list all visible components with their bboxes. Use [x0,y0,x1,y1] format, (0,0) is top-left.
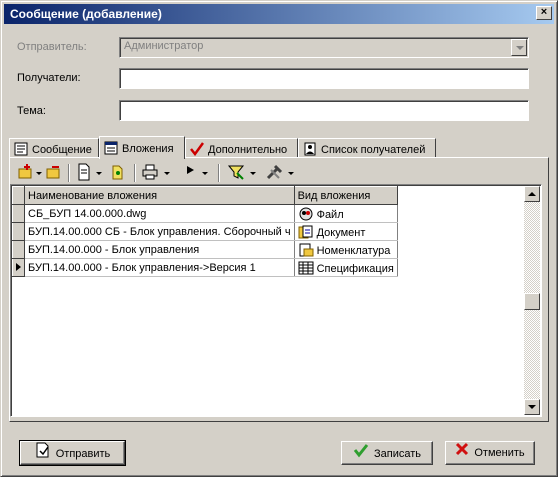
add-attachment-icon[interactable] [16,163,36,183]
send-button[interactable]: Отправить [19,440,126,466]
print-dropdown[interactable] [162,163,172,183]
document-icon[interactable] [74,163,94,183]
attachment-type: Спецификация [316,262,394,275]
tab-message-label: Сообщение [32,144,92,156]
document-icon [298,225,314,239]
chevron-down-icon[interactable] [511,39,527,56]
row-indicator[interactable] [12,222,25,241]
scroll-up-icon[interactable] [524,186,540,202]
window-title: Сообщение (добавление) [10,7,162,21]
subject-label: Тема: [17,105,46,117]
tab-additional-label: Дополнительно [208,144,288,156]
recipients-label: Получатели: [17,72,81,84]
row-indicator[interactable] [12,240,25,259]
attachment-type-cell[interactable]: Документ [294,222,398,241]
tab-message[interactable]: Сообщение [9,138,99,158]
column-header-name[interactable]: Наименование вложения [24,186,295,205]
play-icon[interactable] [180,163,200,183]
attachments-toolbar [12,161,546,185]
add-dropdown[interactable] [34,163,44,183]
table-row[interactable]: БУП.14.00.000 СБ - Блок управления. Сбор… [12,222,398,241]
file-icon [298,207,314,221]
message-icon [14,142,28,156]
tools-dropdown[interactable] [286,163,296,183]
open-icon[interactable] [108,163,128,183]
tab-strip: Сообщение Вложения Дополнительно Список … [9,136,549,159]
table-header: Наименование вложения Вид вложения [12,186,398,205]
dialog-window: Сообщение (добавление) × Отправитель: Ад… [0,0,558,477]
tab-recipients-list[interactable]: Список получателей [298,138,436,158]
attachments-grid: Наименование вложения Вид вложения СБ_БУ… [10,184,542,417]
document-dropdown[interactable] [94,163,104,183]
save-button[interactable]: Записать [341,441,433,465]
header-indicator [12,186,25,205]
tools-icon[interactable] [264,163,284,183]
sender-value: Администратор [124,40,204,52]
cancel-label: Отменить [474,446,525,459]
attachment-name[interactable]: БУП.14.00.000 - Блок управления [24,240,295,259]
close-icon [455,442,469,464]
save-label: Записать [373,447,421,460]
nomenclature-icon [298,243,314,257]
sender-label: Отправитель: [17,41,87,53]
attachment-name[interactable]: СБ_БУП 14.00.000.dwg [24,204,295,223]
attachment-type-cell[interactable]: Файл [294,204,398,223]
recipients-icon [303,142,317,156]
specification-icon [298,261,314,275]
row-indicator[interactable] [12,258,25,277]
filter-icon[interactable] [226,163,246,183]
send-label: Отправить [55,447,111,460]
attachment-type: Файл [316,208,344,221]
tab-recipients-list-label: Список получателей [321,144,426,156]
current-row-icon [16,262,21,271]
checkmark-icon [190,142,205,157]
remove-attachment-icon[interactable] [44,163,64,183]
tab-additional[interactable]: Дополнительно [185,138,298,158]
toolbar-separator [134,164,136,182]
column-header-type[interactable]: Вид вложения [293,186,398,205]
attachment-type: Номенклатура [316,244,391,257]
title-bar[interactable]: Сообщение (добавление) × [4,4,554,24]
toolbar-separator [68,164,70,182]
scroll-down-icon[interactable] [524,399,540,415]
sender-combobox[interactable]: Администратор [119,37,529,58]
attachments-icon [104,141,118,155]
table-row[interactable]: БУП.14.00.000 - Блок управления Номенкла… [12,240,398,259]
attachment-type-cell[interactable]: Номенклатура [294,240,398,259]
subject-input[interactable] [119,100,529,121]
attachment-name[interactable]: БУП.14.00.000 - Блок управления->Версия … [24,258,295,277]
tab-attachments[interactable]: Вложения [99,136,185,159]
toolbar-separator [218,164,220,182]
tab-attachments-label: Вложения [122,143,174,155]
attachments-panel: Наименование вложения Вид вложения СБ_БУ… [9,157,549,422]
table-row[interactable]: БУП.14.00.000 - Блок управления->Версия … [12,258,398,277]
attachment-name[interactable]: БУП.14.00.000 СБ - Блок управления. Сбор… [24,222,295,241]
print-icon[interactable] [140,163,160,183]
table-row[interactable]: СБ_БУП 14.00.000.dwg Файл [12,204,398,223]
play-dropdown[interactable] [200,163,210,183]
attachments-table: Наименование вложения Вид вложения СБ_БУ… [12,186,398,277]
send-icon [35,442,51,466]
cancel-button[interactable]: Отменить [445,441,535,465]
filter-dropdown[interactable] [248,163,258,183]
checkmark-icon [353,442,369,466]
close-icon[interactable]: × [536,6,552,20]
row-indicator[interactable] [12,204,25,223]
recipients-input[interactable] [119,68,529,89]
attachment-type: Документ [316,226,366,239]
attachment-type-cell[interactable]: Спецификация [294,258,398,277]
vertical-scrollbar[interactable] [524,186,540,415]
scroll-thumb[interactable] [524,293,540,310]
